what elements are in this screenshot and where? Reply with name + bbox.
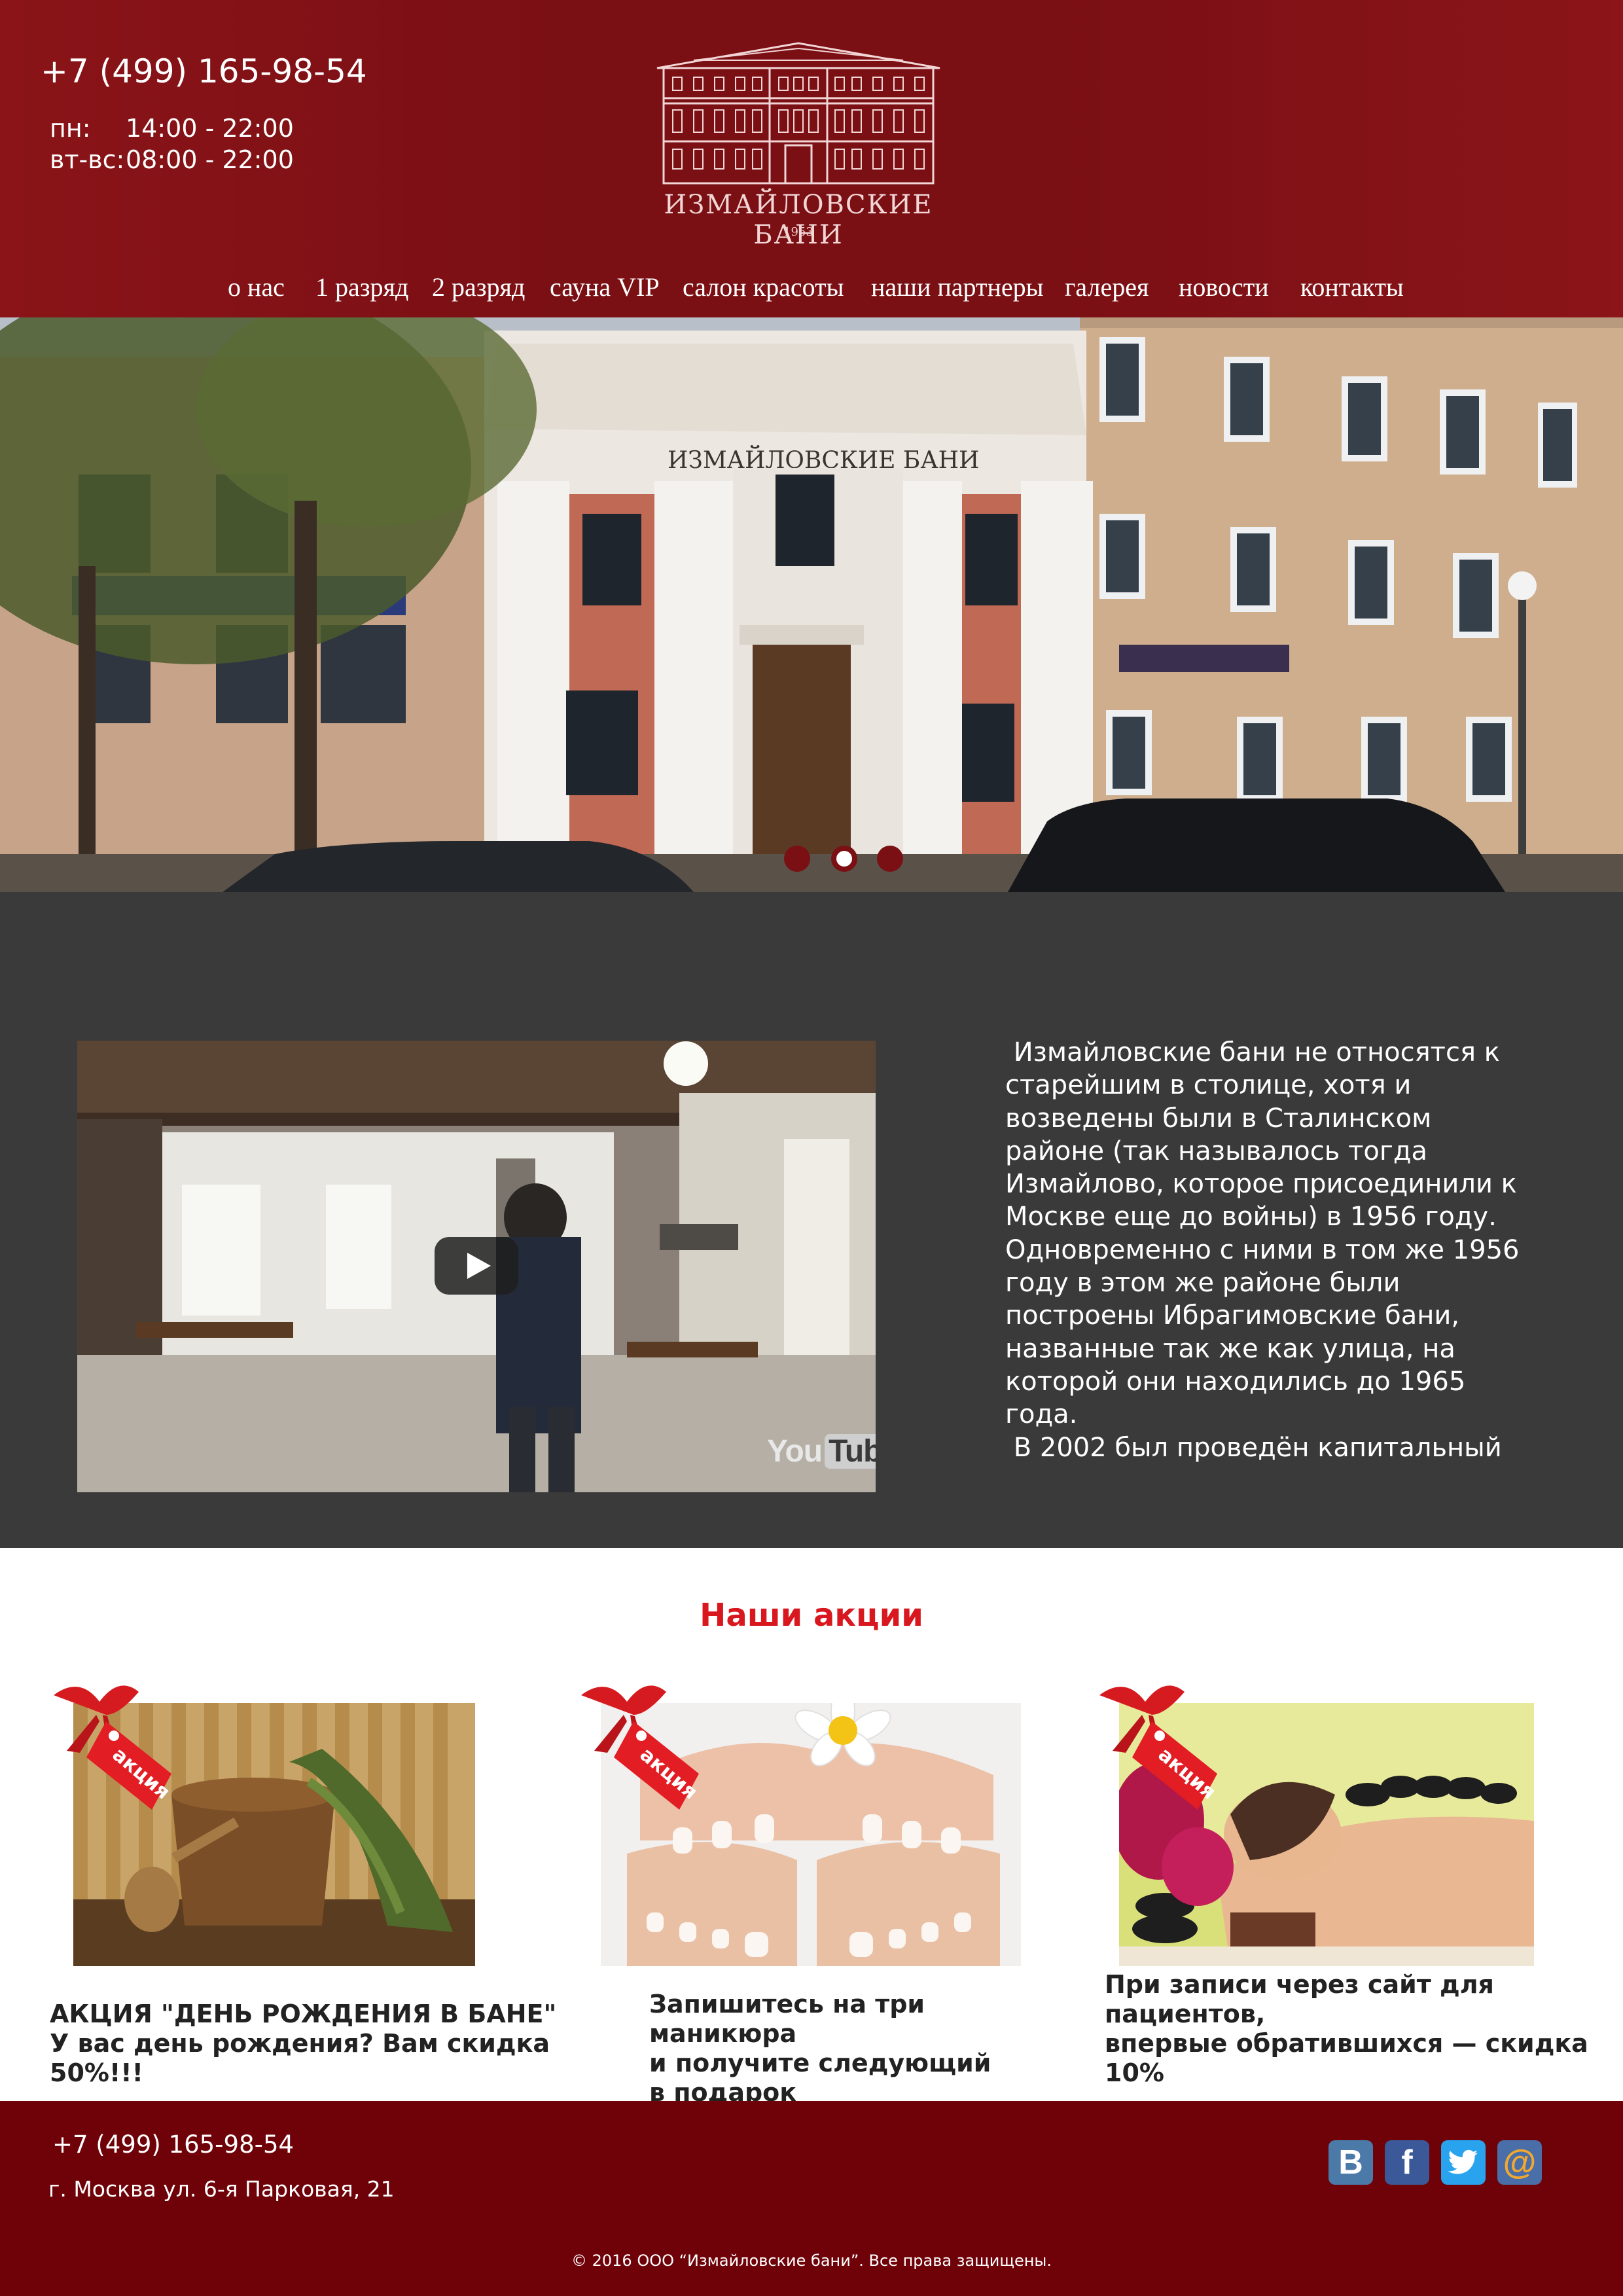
nav-item-class-1[interactable]: 1 разряд [315,272,408,302]
ribbon-bow-icon: акция [1099,1685,1220,1810]
nav-item-class-2[interactable]: 2 разряд [432,272,525,302]
twitter-icon[interactable] [1441,2140,1486,2185]
hero-building-photo: ИЗМАЙЛОВСКИЕ БАНИ [0,317,1623,892]
slider-dot[interactable] [784,846,810,872]
youtube-you: You [767,1434,823,1469]
logo-title: ИЗМАЙЛОВСКИЕ БАНИ [664,190,933,250]
promo-badge: акция [568,1676,712,1813]
hours-day: вт-вс: [50,145,125,174]
hours-day: пн: [50,114,91,143]
main-nav: о нас 1 разряд 2 разряд сауна VIP салон … [0,272,1623,317]
opening-hours: пн: 14:00 - 22:00 вт-вс: 08:00 - 22:00 [50,113,294,175]
hours-row: пн: 14:00 - 22:00 [50,113,294,144]
footer-copyright: © 2016 ООО “Измайловские бани”. Все прав… [571,2251,1052,2270]
footer-phone[interactable]: +7 (499) 165-98-54 [52,2130,294,2159]
youtube-tube: Tube [825,1434,876,1469]
play-button[interactable] [435,1237,518,1295]
nav-item-sauna-vip[interactable]: сауна VIP [550,272,660,302]
vk-icon[interactable]: В [1329,2140,1373,2185]
logo-year: 1953 [783,225,813,239]
ribbon-bow-icon: акция [581,1685,702,1810]
nav-item-news[interactable]: новости [1179,272,1269,302]
nav-item-about[interactable]: о нас [228,272,285,302]
nav-item-beauty-salon[interactable]: салон красоты [683,272,844,302]
footer-address: г. Москва ул. 6-я Парковая, 21 [48,2176,395,2202]
promo-text-birthday: АКЦИЯ "ДЕНЬ РОЖДЕНИЯ В БАНЕ" У вас день … [50,2000,557,2117]
twitter-bird-icon [1448,2149,1478,2174]
facebook-icon[interactable]: f [1385,2140,1429,2185]
slider-dot-active[interactable] [831,846,857,872]
promo-badge: акция [41,1676,185,1813]
facebook-glyph: f [1401,2144,1413,2181]
header-phone[interactable]: +7 (499) 165-98-54 [41,52,367,90]
hours-time: 08:00 - 22:00 [126,145,294,174]
promotions-title: Наши акции [700,1597,923,1634]
promo-text-discount: При записи через сайт для пациентов, впе… [1105,1970,1588,2087]
video-player[interactable]: YouTube [77,1041,876,1492]
nav-item-gallery[interactable]: галерея [1065,272,1149,302]
nav-item-partners[interactable]: наши партнеры [871,272,1044,302]
site-logo[interactable]: ИЗМАЙЛОВСКИЕ БАНИ 1953 [654,41,942,250]
hours-row: вт-вс: 08:00 - 22:00 [50,144,294,175]
hero-slider[interactable]: ИЗМАЙЛОВСКИЕ БАНИ [0,317,1623,892]
about-text: Измайловские бани не относятся к старейш… [1005,1037,1520,1463]
promo-text-manicure: Запишитесь на три маникюра и получите сл… [649,1990,991,2107]
youtube-logo-icon: YouTube [767,1433,876,1469]
promo-badge: акция [1086,1676,1230,1813]
vk-glyph: В [1338,2144,1363,2181]
nav-item-contacts[interactable]: контакты [1300,272,1404,302]
mail-glyph: @ [1503,2144,1537,2181]
mail-icon[interactable]: @ [1497,2140,1542,2185]
slider-dot[interactable] [877,846,903,872]
ribbon-bow-icon: акция [54,1685,174,1810]
hours-time: 14:00 - 22:00 [126,114,294,143]
